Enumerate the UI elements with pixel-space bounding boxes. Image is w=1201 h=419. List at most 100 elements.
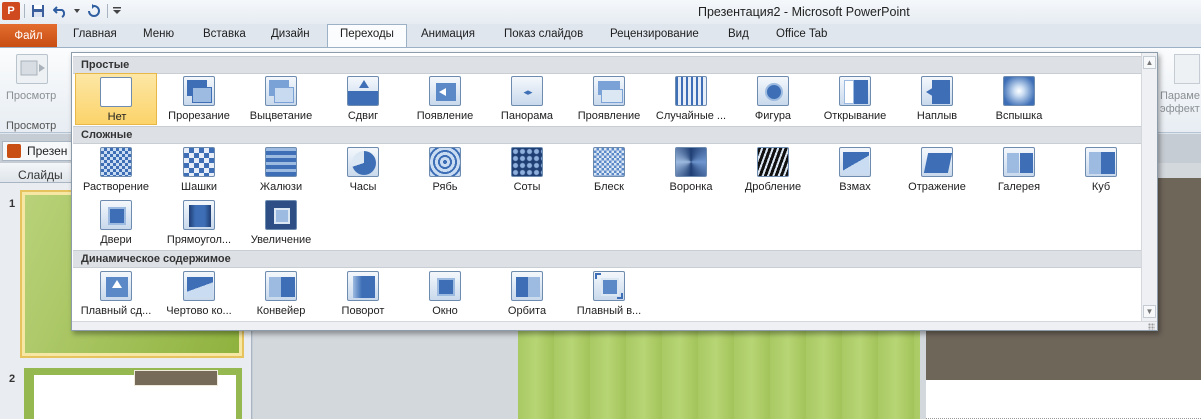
transition-cube[interactable]: Куб (1060, 144, 1142, 196)
transition-shape[interactable]: Фигура (732, 73, 814, 125)
transition-wipe[interactable]: Появление (404, 73, 486, 125)
transition-label: Панорама (500, 110, 554, 122)
slide-white-panel (926, 380, 1201, 419)
transition-dissolve[interactable]: Растворение (75, 144, 157, 196)
section-simple: Простые (73, 56, 1141, 74)
transition-label: Двери (100, 234, 132, 246)
effect-options-label[interactable]: Параме эффект (1160, 90, 1200, 116)
section-dynamic-content: Динамическое содержимое (73, 250, 1141, 268)
undo-dropdown-icon[interactable] (73, 2, 81, 20)
transition-label: Фигура (754, 110, 792, 122)
title-bar: P Презентация2 - Microsoft PowerPoint (0, 0, 1201, 24)
effect-options-icon[interactable] (1174, 54, 1200, 84)
transition-glitter[interactable]: Блеск (568, 144, 650, 196)
checkerboard-transition-icon (183, 147, 215, 177)
preview-group-label: Просмотр (6, 120, 57, 132)
transition-checkerboard[interactable]: Шашки (158, 144, 240, 196)
switch-transition-icon (839, 147, 871, 177)
transition-blinds[interactable]: Жалюзи (240, 144, 322, 196)
preview-icon[interactable] (16, 54, 48, 84)
transition-orbit[interactable]: Орбита (486, 268, 568, 320)
transition-switch[interactable]: Взмах (814, 144, 896, 196)
preview-button-label[interactable]: Просмотр (6, 90, 56, 102)
honeycomb-transition-icon (511, 147, 543, 177)
tab-design[interactable]: Дизайн (271, 28, 310, 40)
transition-push[interactable]: Сдвиг (322, 73, 404, 125)
transition-cover[interactable]: Наплыв (896, 73, 978, 125)
pan-transition-icon (100, 271, 132, 301)
transition-box[interactable]: Прямоугол... (158, 197, 240, 249)
document-tab-label: Презен (27, 144, 68, 158)
save-icon[interactable] (29, 2, 47, 20)
transitions-gallery: Простые Нет Прорезание Выцветание Сдвиг … (71, 52, 1158, 331)
transition-label: Открывание (823, 110, 887, 122)
tab-home[interactable]: Главная (73, 28, 117, 40)
transition-random-bars[interactable]: Случайные ... (650, 73, 732, 125)
ripple-transition-icon (429, 147, 461, 177)
transition-label: Жалюзи (259, 181, 303, 193)
transition-doors[interactable]: Двери (75, 197, 157, 249)
rotate-transition-icon (347, 271, 379, 301)
transition-honeycomb[interactable]: Соты (486, 144, 568, 196)
tab-file[interactable]: Файл (0, 24, 57, 47)
transition-gallery[interactable]: Галерея (978, 144, 1060, 196)
transition-label: Рябь (432, 181, 458, 193)
transition-label: Окно (432, 305, 458, 317)
tab-review[interactable]: Рецензирование (610, 28, 699, 40)
slide-thumbnail-2[interactable] (24, 368, 242, 419)
tab-transitions[interactable]: Переходы (327, 24, 407, 48)
tab-menu[interactable]: Меню (143, 28, 174, 40)
slide-green-panel (518, 318, 920, 419)
transition-clock[interactable]: Часы (322, 144, 404, 196)
cut-transition-icon (183, 76, 215, 106)
transition-flip[interactable]: Отражение (896, 144, 978, 196)
preview-group: Просмотр Просмотр (0, 48, 68, 134)
transition-none[interactable]: Нет (75, 73, 157, 125)
qat-separator (24, 4, 25, 18)
tab-slideshow[interactable]: Показ слайдов (504, 28, 583, 40)
redo-icon[interactable] (85, 2, 103, 20)
transition-reveal[interactable]: Проявление (568, 73, 650, 125)
transition-rotate[interactable]: Поворот (322, 268, 404, 320)
gallery-scrollbar[interactable]: ▲ ▼ (1141, 53, 1157, 321)
transition-label: Наплыв (916, 110, 958, 122)
zoom-transition-icon (265, 200, 297, 230)
transition-conveyor[interactable]: Конвейер (240, 268, 322, 320)
transition-window[interactable]: Окно (404, 268, 486, 320)
customize-qat-icon[interactable] (112, 2, 122, 20)
transition-uncover[interactable]: Открывание (814, 73, 896, 125)
transition-shred[interactable]: Дробление (732, 144, 814, 196)
transition-fly-through[interactable]: Плавный в... (568, 268, 650, 320)
resize-grip-icon[interactable] (1148, 323, 1155, 330)
transition-smooth-pan[interactable]: Плавный сд... (75, 268, 157, 320)
transition-vortex[interactable]: Воронка (650, 144, 732, 196)
presentation-icon (7, 144, 21, 158)
tab-office-tab[interactable]: Office Tab (776, 28, 827, 40)
tab-insert[interactable]: Вставка (203, 28, 246, 40)
transition-ferris-wheel[interactable]: Чертово ко... (158, 268, 240, 320)
slides-pane-label[interactable]: Слайды (18, 168, 63, 182)
transition-label: Проявление (577, 110, 641, 122)
transition-split[interactable]: ◂▸ Панорама (486, 73, 568, 125)
transition-ripple[interactable]: Рябь (404, 144, 486, 196)
transition-label: Орбита (507, 305, 547, 317)
scroll-down-icon[interactable]: ▼ (1143, 305, 1156, 318)
cover-transition-icon (921, 76, 953, 106)
transition-label: Взмах (839, 181, 871, 193)
transition-zoom[interactable]: Увеличение (240, 197, 322, 249)
gallery-resize-bar[interactable] (72, 321, 1157, 330)
powerpoint-app-icon[interactable]: P (2, 2, 20, 20)
shape-transition-icon (757, 76, 789, 106)
conveyor-transition-icon (265, 271, 297, 301)
transition-cut[interactable]: Прорезание (158, 73, 240, 125)
transition-label: Прорезание (168, 110, 230, 122)
tab-animation[interactable]: Анимация (421, 28, 475, 40)
tab-view[interactable]: Вид (728, 28, 749, 40)
undo-icon[interactable] (51, 2, 69, 20)
slide-thumbnail-title-box (134, 370, 218, 386)
transition-fade[interactable]: Выцветание (240, 73, 322, 125)
shred-transition-icon (757, 147, 789, 177)
document-tab[interactable]: Презен (2, 141, 82, 161)
transition-flash[interactable]: Вспышка (978, 73, 1060, 125)
scroll-up-icon[interactable]: ▲ (1143, 56, 1156, 69)
